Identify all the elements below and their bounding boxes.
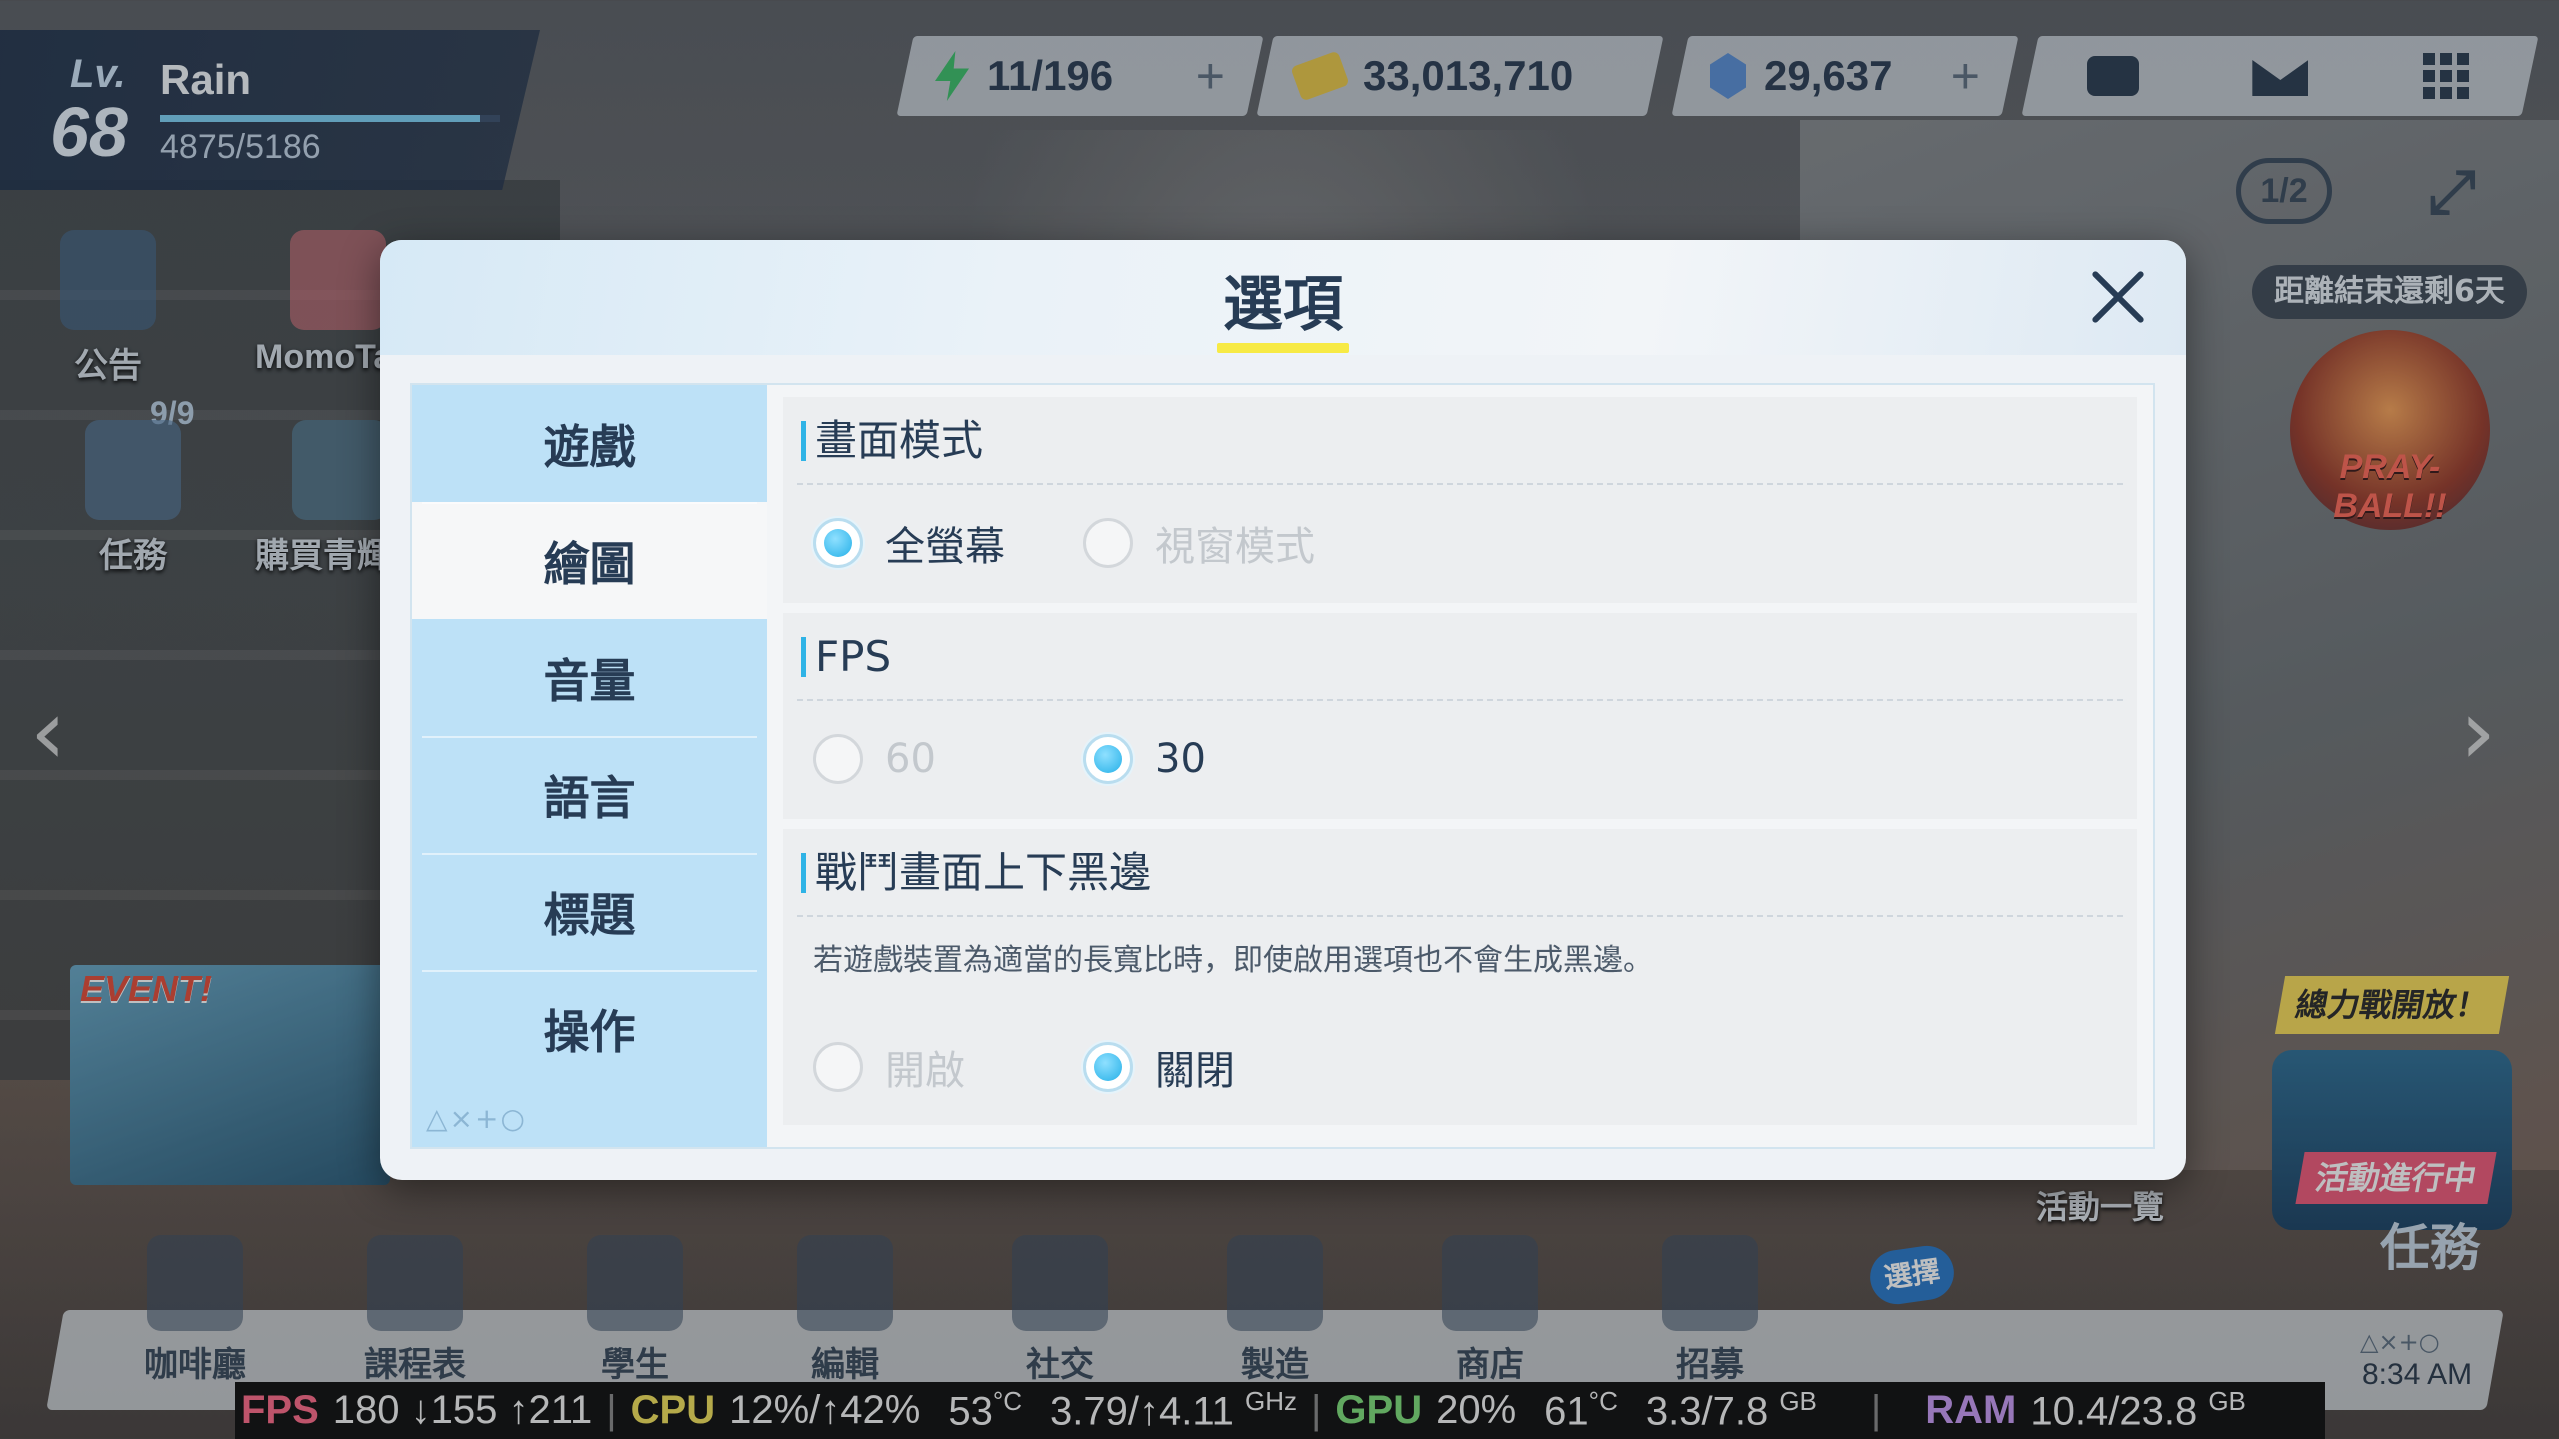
radio-option[interactable]: 全螢幕 — [813, 485, 1005, 601]
radio-button[interactable] — [1083, 734, 1133, 784]
radio-label: 關閉 — [1155, 1048, 1235, 1094]
options-dialog: 選項 遊戲 繪圖 音量 語言 標題 操作 △×+○ 畫面模式 全螢幕 視窗模式 FPS 60 3… — [380, 240, 2186, 1180]
tab-decoration: △×+○ — [426, 1102, 527, 1135]
radio-button[interactable] — [813, 1042, 863, 1092]
letterbox-options: 開啟 關閉 — [783, 1009, 2137, 1125]
radio-button[interactable] — [1083, 1042, 1133, 1092]
radio-label: 60 — [885, 736, 936, 782]
letterbox-section: 戰鬥畫面上下黑邊 若遊戲裝置為適當的長寬比時，即使啟用選項也不會生成黑邊。 開啟… — [783, 829, 2137, 1125]
radio-option[interactable]: 30 — [1083, 701, 1206, 817]
options-tab-list: 遊戲 繪圖 音量 語言 標題 操作 △×+○ — [412, 385, 767, 1147]
fps-options: 60 30 — [783, 701, 2137, 817]
radio-label: 全螢幕 — [885, 524, 1005, 570]
radio-label: 30 — [1155, 736, 1206, 782]
tab-option[interactable]: 遊戲 — [412, 385, 767, 502]
radio-option[interactable]: 關閉 — [1083, 1009, 1235, 1125]
tab-option[interactable]: 繪圖 — [412, 502, 767, 619]
radio-option[interactable]: 60 — [813, 701, 936, 817]
screen-mode-title: 畫面模式 — [797, 397, 2123, 485]
fps-section: FPS 60 30 — [783, 613, 2137, 819]
radio-button[interactable] — [1083, 518, 1133, 568]
graphics-settings: 畫面模式 全螢幕 視窗模式 FPS 60 30 戰鬥畫面上下黑邊 若遊戲裝置為適當的… — [767, 385, 2153, 1147]
tab-option[interactable]: 音量 — [412, 619, 767, 736]
radio-label: 開啟 — [885, 1048, 965, 1094]
radio-option[interactable]: 視窗模式 — [1083, 485, 1315, 601]
radio-label: 視窗模式 — [1155, 524, 1315, 570]
fps-title: FPS — [797, 613, 2123, 701]
screen-mode-section: 畫面模式 全螢幕 視窗模式 — [783, 397, 2137, 603]
screen-mode-options: 全螢幕 視窗模式 — [783, 485, 2137, 601]
close-icon[interactable] — [2080, 260, 2156, 336]
dialog-body: 遊戲 繪圖 音量 語言 標題 操作 △×+○ 畫面模式 全螢幕 視窗模式 FPS 60 30 戰… — [410, 383, 2155, 1149]
title-underline — [1217, 343, 1349, 353]
dialog-title: 選項 — [1223, 270, 1343, 340]
tab-option[interactable]: 標題 — [412, 853, 767, 970]
radio-button[interactable] — [813, 734, 863, 784]
letterbox-title: 戰鬥畫面上下黑邊 — [797, 829, 2123, 917]
tab-option[interactable]: 語言 — [412, 736, 767, 853]
tab-option[interactable]: 操作 — [412, 970, 767, 1087]
radio-button[interactable] — [813, 518, 863, 568]
letterbox-description: 若遊戲裝置為適當的長寬比時，即使啟用選項也不會生成黑邊。 — [813, 943, 1653, 978]
radio-option[interactable]: 開啟 — [813, 1009, 965, 1125]
